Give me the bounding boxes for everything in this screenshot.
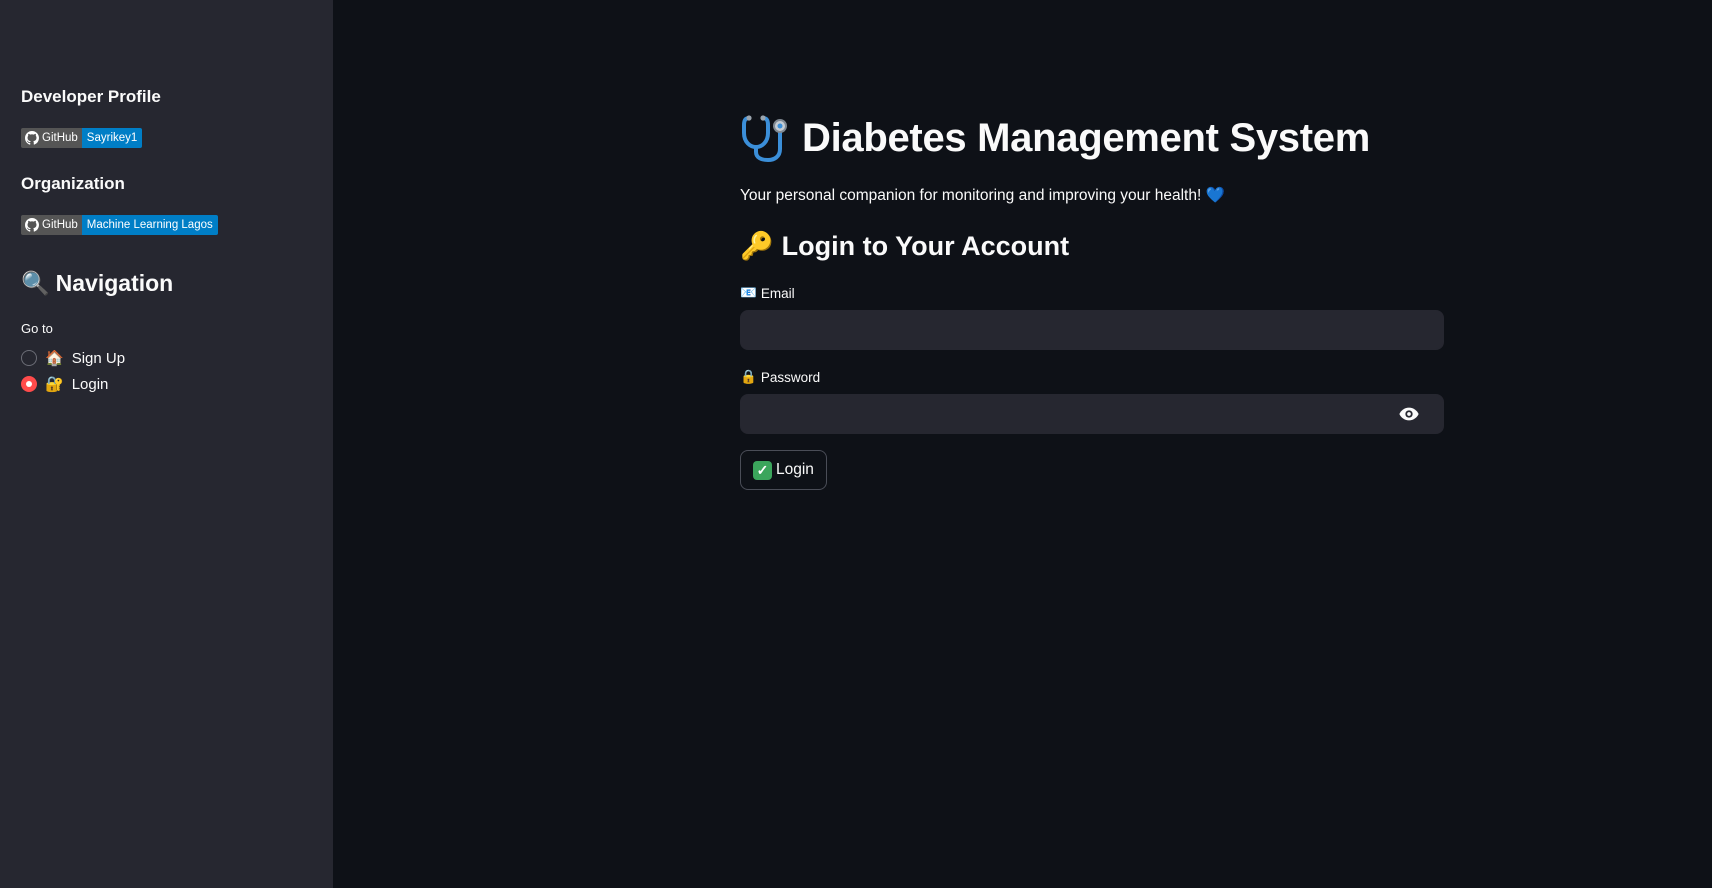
password-label-text: Password [760,369,821,385]
email-input[interactable] [740,310,1444,350]
badge-label: GitHub [21,215,82,235]
stethoscope-icon [742,115,787,163]
organization-github-badge[interactable]: GitHub Machine Learning Lagos [21,215,218,235]
page-title: Diabetes Management System [740,112,1370,164]
show-password-eye-icon[interactable] [1398,403,1420,425]
developer-profile-heading: Developer Profile [21,87,161,106]
navigation-heading-text: Navigation [55,270,174,296]
house-icon: 🏠 [45,350,64,367]
email-label: 📧 Email [740,285,795,301]
organization-heading: Organization [21,174,125,193]
sidebar: Developer Profile GitHub Sayrikey1 Organ… [0,0,333,888]
nav-option-label: Sign Up [71,349,126,367]
password-label: 🔒 Password [740,369,820,385]
badge-label: GitHub [21,128,82,148]
github-icon [25,131,39,145]
password-input[interactable] [740,394,1444,434]
check-mark-icon: ✓ [753,460,772,480]
page-subtitle: Your personal companion for monitoring a… [740,186,1225,205]
blue-heart-icon: 💙 [1205,187,1225,204]
badge-label-text: GitHub [42,219,78,231]
badge-value: Machine Learning Lagos [81,215,218,235]
github-icon [25,218,39,232]
magnifier-icon: 🔍 [21,270,50,296]
radio-button[interactable] [21,350,37,366]
lock-with-key-icon: 🔐 [45,376,64,393]
page-title-text: Diabetes Management System [802,115,1370,160]
login-section-title-text: Login to Your Account [781,230,1070,261]
subtitle-text: Your personal companion for monitoring a… [740,187,1202,204]
badge-label-text: GitHub [42,132,78,144]
padlock-icon: 🔒 [740,369,757,384]
nav-option-login[interactable]: 🔐 Login [21,375,108,393]
login-button-label: Login [776,461,814,478]
login-section-title: 🔑 Login to Your Account [740,230,1069,262]
main-content: Diabetes Management System Your personal… [333,0,1712,888]
email-envelope-icon: 📧 [740,285,757,300]
key-icon: 🔑 [740,231,774,261]
navigation-heading: 🔍 Navigation [21,270,173,297]
radio-button-selected[interactable] [21,376,37,392]
developer-github-badge[interactable]: GitHub Sayrikey1 [21,128,143,148]
app-root: Developer Profile GitHub Sayrikey1 Organ… [0,0,1712,888]
nav-option-sign-up[interactable]: 🏠 Sign Up [21,349,125,367]
login-button[interactable]: ✓ Login [740,450,827,490]
badge-value: Sayrikey1 [81,128,143,148]
goto-label: Go to [21,321,53,336]
email-label-text: Email [760,285,795,301]
nav-option-label: Login [71,375,109,393]
